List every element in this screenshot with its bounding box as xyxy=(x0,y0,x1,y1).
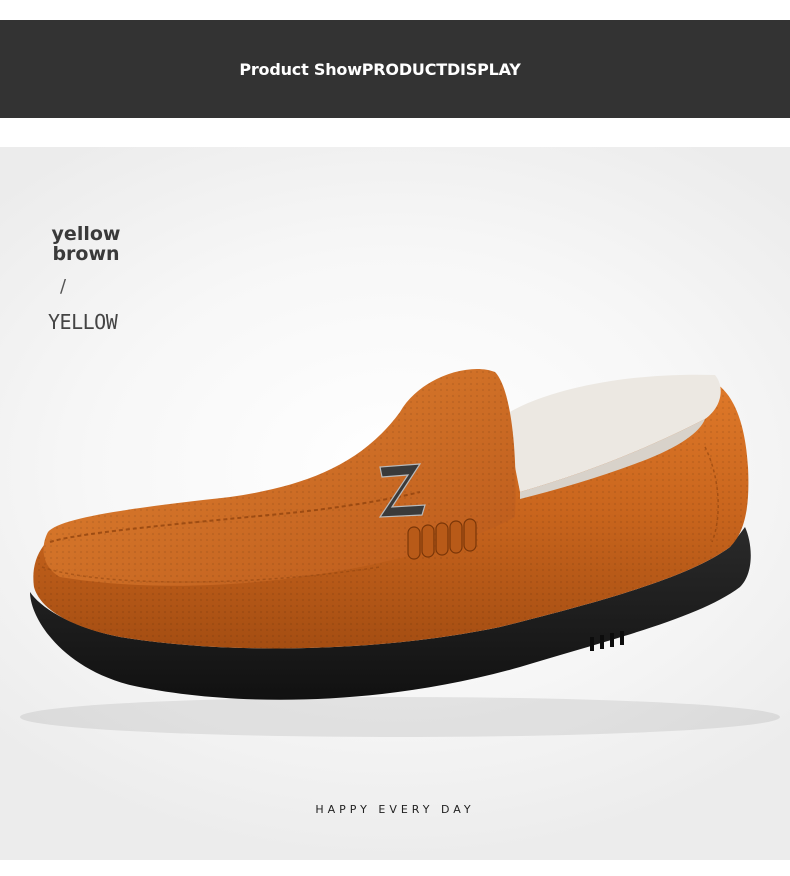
header-banner: Product ShowPRODUCTDISPLAY xyxy=(0,20,790,118)
color-name-line-2: brown xyxy=(52,243,120,265)
color-separator: / xyxy=(60,276,67,297)
color-name-label: yellow brown xyxy=(44,224,128,264)
tagline: HAPPY EVERY DAY xyxy=(315,803,475,816)
banner-title: Product ShowPRODUCTDISPLAY xyxy=(239,59,521,79)
color-english-label: YELLOW xyxy=(48,310,118,334)
color-name-line-1: yellow xyxy=(51,223,121,245)
